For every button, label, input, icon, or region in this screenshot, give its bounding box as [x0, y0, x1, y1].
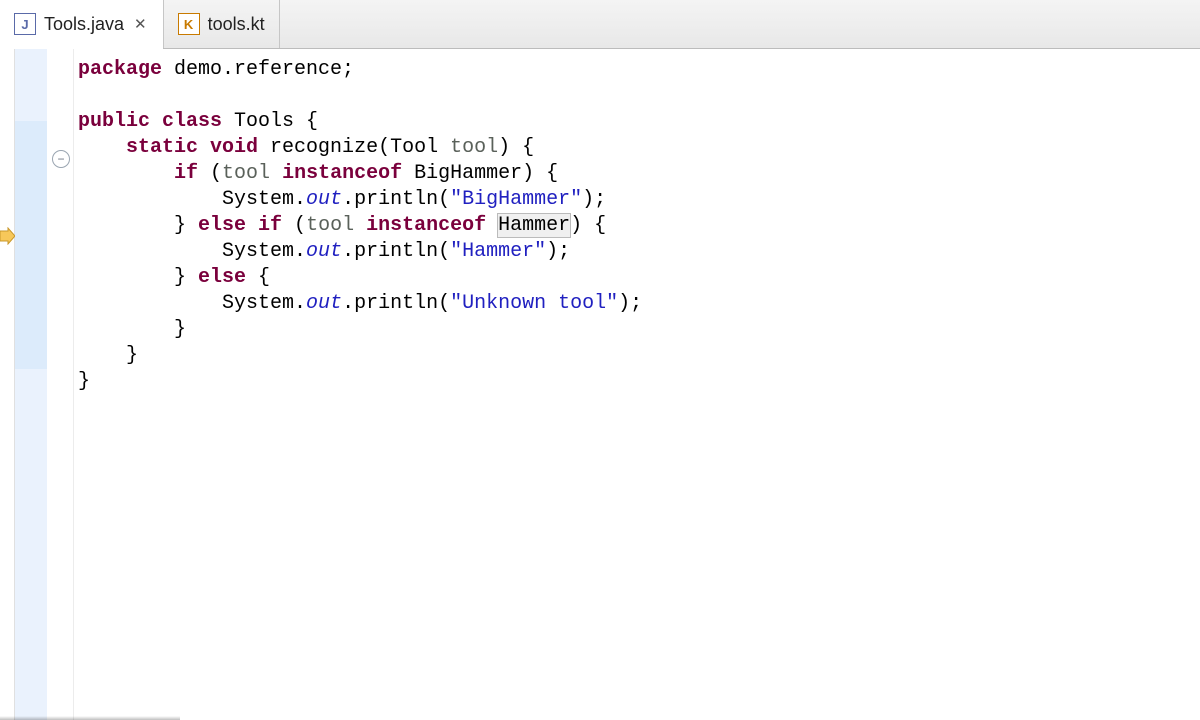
tab-bar: J Tools.java ✕ K tools.kt — [0, 0, 1200, 49]
change-ruler — [15, 49, 47, 720]
tab-tools-kt[interactable]: K tools.kt — [164, 0, 280, 48]
code-line: System.out.println("BigHammer"); — [78, 188, 606, 211]
tab-label: tools.kt — [208, 14, 265, 35]
bottom-shadow — [0, 716, 180, 720]
annotation-ruler — [0, 49, 15, 720]
code-line: public class Tools { — [78, 110, 318, 133]
code-line: } else { — [78, 266, 270, 289]
change-region — [15, 121, 47, 369]
close-icon[interactable]: ✕ — [132, 15, 149, 33]
code-line: package demo.reference; — [78, 58, 354, 81]
fold-collapse-icon[interactable]: − — [52, 150, 70, 168]
code-line: } else if (tool instanceof Hammer) { — [78, 214, 606, 237]
code-line: static void recognize(Tool tool) { — [78, 136, 534, 159]
code-line: } — [78, 318, 186, 341]
code-area[interactable]: package demo.reference; public class Too… — [74, 49, 1200, 720]
highlighted-token-hammer: Hammer — [498, 214, 570, 237]
code-line — [78, 84, 90, 107]
kotlin-file-icon: K — [178, 13, 200, 35]
folding-ruler: − — [47, 49, 74, 720]
code-line: } — [78, 344, 138, 367]
editor-body: − package demo.reference; public class T… — [0, 49, 1200, 720]
java-file-icon: J — [14, 13, 36, 35]
code-line: if (tool instanceof BigHammer) { — [78, 162, 558, 185]
gutter: − — [0, 49, 74, 720]
tab-label: Tools.java — [44, 14, 124, 35]
editor-container: J Tools.java ✕ K tools.kt − package demo… — [0, 0, 1200, 720]
code-line: } — [78, 370, 90, 393]
tab-tools-java[interactable]: J Tools.java ✕ — [0, 0, 164, 48]
code-line: System.out.println("Unknown tool"); — [78, 292, 642, 315]
code-line: System.out.println("Hammer"); — [78, 240, 570, 263]
execution-pointer-icon — [0, 227, 16, 245]
